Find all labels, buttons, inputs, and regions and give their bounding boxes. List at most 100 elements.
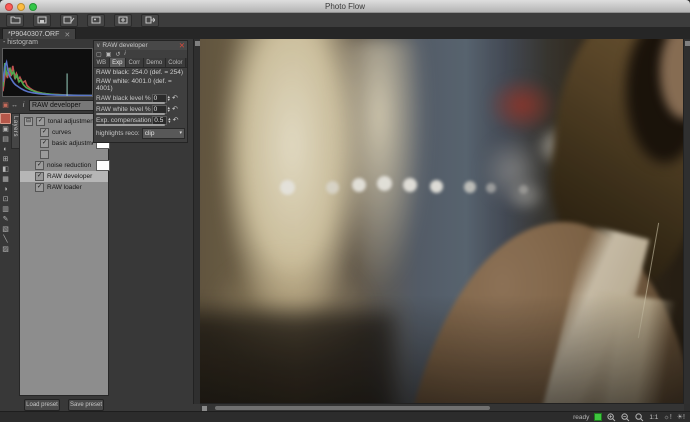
zoom-in-icon[interactable] [607,413,616,422]
tab-bar: *P9040307.ORF ✕ [0,28,690,39]
scroll-lock-icon[interactable] [202,406,207,411]
layer-row-raw-loader[interactable]: ✓ RAW loader [20,182,108,193]
tool-icon-5[interactable]: ◧ [2,166,9,174]
zoom-window-icon[interactable] [29,3,37,11]
reset-icon[interactable]: ↶ [173,116,179,124]
tool-icon-13[interactable]: ▨ [2,246,9,254]
raw-black-info: RAW black: 254.0 (def. = 254) [94,68,187,77]
window-title: Photo Flow [325,2,365,11]
minimize-window-icon[interactable] [17,3,25,11]
traffic-lights [5,3,37,11]
reset-icon[interactable]: ↶ [172,105,178,113]
layer-options-icon[interactable]: ▣ [2,101,9,109]
raw-panel-mini-toolbar: ▢ ▣ ↺ i [94,50,187,58]
tool-icon-12[interactable]: ╲ [3,236,7,244]
param-label: Exp. compensation [96,117,151,124]
layer-checkbox[interactable] [40,150,49,159]
tab-wb[interactable]: WB [94,58,110,67]
tool-icon-2[interactable]: ▤ [2,136,9,144]
layer-checkbox[interactable]: ✓ [35,172,44,181]
layers-list: ⊟ ✓ tonal adjustment ✓ curves ✓ basic ad… [19,113,109,396]
close-window-icon[interactable] [5,3,13,11]
chevron-down-icon: ▾ [179,130,182,136]
tab-demo[interactable]: Demo [144,58,166,67]
layer-label: basic adjustment [52,140,93,147]
panel-info-icon[interactable]: i [124,51,125,57]
tool-icon-3[interactable]: ◐ [3,146,7,154]
active-tool-icon[interactable] [0,113,11,124]
status-green-indicator [594,413,602,421]
layer-row-raw-developer[interactable]: ✓ RAW developer [20,171,108,182]
histogram-canvas [2,48,93,97]
tool-icon-4[interactable]: ⊞ [3,156,9,164]
raw-white-info: RAW white: 4001.0 (def. = 4001) [94,77,187,93]
highlights-reco-label: highlights reco: [96,130,140,137]
highlights-reco-row: highlights reco: clip ▾ [94,126,187,142]
load-preset-button[interactable]: Load preset [24,399,60,411]
param-label: RAW black level % [96,95,151,102]
highlights-reco-select[interactable]: clip ▾ [142,128,185,139]
tab-color[interactable]: Color [166,58,186,67]
highlight-clip-warning-icon[interactable]: ☀! [677,413,685,421]
save-file-as-icon[interactable] [60,14,78,27]
export-image-icon[interactable] [87,14,105,27]
zoom-out-icon[interactable] [621,413,630,422]
layer-info-icon[interactable]: i [20,102,27,109]
param-label: RAW white level % [96,106,151,113]
tool-icon-8[interactable]: ⊡ [3,196,9,204]
tool-icon-9[interactable]: ▥ [2,206,9,214]
save-file-icon[interactable] [33,14,51,27]
layer-checkbox[interactable]: ✓ [36,117,45,126]
zoom-scale-button[interactable]: 1:1 [649,414,658,421]
tool-icon-11[interactable]: ▧ [2,226,9,234]
window-titlebar[interactable]: Photo Flow [0,0,690,13]
spinner-icons[interactable]: ▴▾ [168,95,170,102]
tool-icon-10[interactable]: ✎ [3,216,9,224]
exp-compensation-row: Exp. compensation 0.5 ▴▾ ↶ [94,115,187,126]
shadow-clip-warning-icon[interactable]: ☼! [663,414,671,421]
save-preset-button[interactable]: Save preset [68,399,104,411]
layer-row-noise-reduction[interactable]: ✓ noise reduction [20,160,108,171]
raw-panel-close-icon[interactable]: ✕ [179,42,185,50]
tool-icon-7[interactable]: ◑ [3,186,7,194]
layer-label: noise reduction [47,162,93,169]
layer-label: curves [52,129,93,136]
spinner-icons[interactable]: ▴▾ [168,117,170,124]
raw-panel-titlebar[interactable]: ∨ RAW developer ✕ [94,41,187,50]
tool-icon-6[interactable]: ▦ [2,176,9,184]
fit-view-icon[interactable] [114,14,132,27]
panel-sticky-icon[interactable]: ▣ [106,51,112,58]
layer-row-empty[interactable] [20,149,108,160]
open-file-icon[interactable] [6,14,24,27]
raw-white-level-row: RAW white level % 0 ▴▾ ↶ [94,104,187,115]
tab-close-icon[interactable]: ✕ [64,31,70,39]
scrollbar-button[interactable] [685,41,690,46]
status-ready-label: ready [573,414,589,421]
layer-label: RAW loader [47,184,93,191]
image-canvas[interactable] [200,39,684,404]
layer-checkbox[interactable]: ✓ [35,183,44,192]
layer-checkbox[interactable]: ✓ [40,139,49,148]
highlights-reco-value: clip [145,130,155,137]
collapse-chevron-icon[interactable]: ∨ [96,42,100,49]
layer-checkbox[interactable]: ✓ [40,128,49,137]
reset-icon[interactable]: ↶ [172,94,178,102]
exit-app-icon[interactable] [141,14,159,27]
layer-move-icon[interactable]: ↔ [11,102,18,109]
right-scrollbar-gutter[interactable] [683,39,690,404]
histogram-header[interactable]: - histogram [3,39,38,46]
layer-name-field[interactable]: RAW developer [29,100,103,111]
raw-panel-tabs: WB Exp Corr Demo Color [94,58,187,68]
zoom-fit-icon[interactable] [635,413,644,422]
horizontal-scrollbar-thumb[interactable] [215,406,490,410]
tab-corr[interactable]: Corr [126,58,144,67]
panel-reset-icon[interactable]: ↺ [115,51,120,58]
tab-exp[interactable]: Exp [110,58,126,67]
layer-checkbox[interactable]: ✓ [35,161,44,170]
exp-compensation-slider[interactable] [96,124,165,126]
expander-icon[interactable]: ⊟ [24,117,33,126]
raw-panel-title: RAW developer [102,42,147,49]
spinner-icons[interactable]: ▴▾ [168,106,170,113]
panel-preview-icon[interactable]: ▢ [96,51,102,58]
tool-icon-1[interactable]: ▣ [2,126,9,134]
